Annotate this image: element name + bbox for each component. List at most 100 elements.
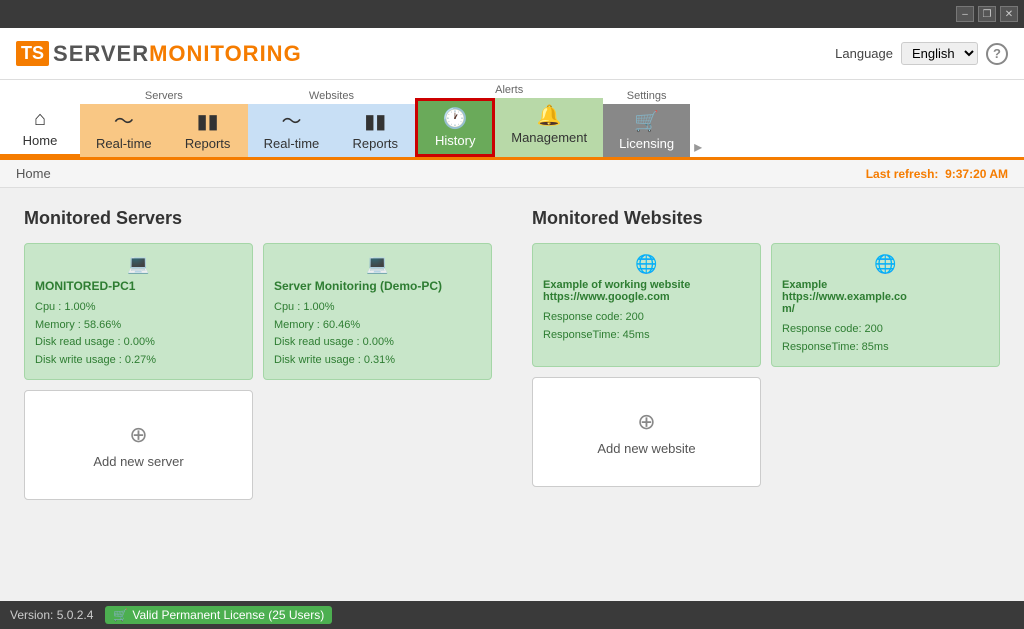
add-server-card[interactable]: ⊕ Add new server [24,390,253,500]
website-0-response-code: Response code: 200 [543,309,750,327]
logo-text: SERVERMONITORING [53,41,302,67]
nav-group-websites: Websites 〜 Real-time ▮▮ Reports [248,86,416,157]
logo-ts: TS [16,41,49,66]
servers-items: 〜 Real-time ▮▮ Reports [80,104,248,157]
history-icon: 🕐 [443,109,468,129]
server-0-diskwrite: Disk write usage : 0.27% [35,352,242,370]
nav-servers-reports-label: Reports [185,136,231,151]
minimize-button[interactable]: – [956,6,974,22]
breadcrumb-path: Home [16,166,51,181]
nav-alerts-history-label: History [435,133,475,148]
realtime-icon: 〜 [114,112,134,132]
nav-home-label: Home [23,133,58,148]
website-0-stats: Response code: 200 ResponseTime: 45ms [543,309,750,344]
add-server-label: Add new server [93,454,183,469]
nav-alerts-management[interactable]: 🔔 Management [495,98,603,157]
server-1-name: Server Monitoring (Demo-PC) [274,279,481,293]
header: TS SERVERMONITORING Language English ? [0,28,1024,80]
add-website-icon: ⊕ [637,409,655,435]
close-button[interactable]: ✕ [1000,6,1018,22]
server-0-diskread: Disk read usage : 0.00% [35,334,242,352]
licensing-icon: 🛒 [634,112,659,132]
server-0-memory: Memory : 58.66% [35,317,242,335]
monitored-websites-title: Monitored Websites [532,208,1000,229]
server-1-stats: Cpu : 1.00% Memory : 60.46% Disk read us… [274,299,481,369]
server-0-icon: 💻 [35,254,242,275]
monitored-websites-section: Monitored Websites 🌐 Example of working … [532,208,1000,577]
nav-group-servers: Servers 〜 Real-time ▮▮ Reports [80,86,248,157]
websites-group-label: Websites [248,86,416,104]
add-website-label: Add new website [597,441,695,456]
nav-bar: ⌂ Home Servers 〜 Real-time ▮▮ Reports We… [0,80,1024,160]
server-0-cpu: Cpu : 1.00% [35,299,242,317]
last-refresh-time: 9:37:20 AM [945,167,1008,181]
nav-websites-realtime[interactable]: 〜 Real-time [248,104,336,157]
websites-realtime-icon: 〜 [281,112,301,132]
website-card-1[interactable]: 🌐 Examplehttps://www.example.com/ Respon… [771,243,1000,367]
servers-group-label: Servers [80,86,248,104]
server-0-stats: Cpu : 1.00% Memory : 58.66% Disk read us… [35,299,242,369]
nav-settings-licensing[interactable]: 🛒 Licensing [603,104,690,157]
server-1-diskwrite: Disk write usage : 0.31% [274,352,481,370]
last-refresh: Last refresh: 9:37:20 AM [866,167,1008,181]
website-0-icon: 🌐 [543,254,750,275]
nav-alerts-management-label: Management [511,130,587,145]
nav-settings-licensing-label: Licensing [619,136,674,151]
logo-server: SERVER [53,41,149,66]
nav-websites-realtime-label: Real-time [264,136,320,151]
language-select[interactable]: English [901,42,978,65]
alerts-group-label: Alerts [415,80,603,98]
add-website-card[interactable]: ⊕ Add new website [532,377,761,487]
home-icon: ⌂ [34,109,46,129]
help-button[interactable]: ? [986,43,1008,65]
website-1-response-code: Response code: 200 [782,321,989,339]
website-1-name: Examplehttps://www.example.com/ [782,279,989,315]
main-content: Monitored Servers 💻 MONITORED-PC1 Cpu : … [0,188,1024,597]
management-icon: 🔔 [537,106,562,126]
restore-button[interactable]: ❐ [978,6,996,22]
breadcrumb: Home Last refresh: 9:37:20 AM [0,160,1024,188]
websites-grid: 🌐 Example of working websitehttps://www.… [532,243,1000,487]
server-1-memory: Memory : 60.46% [274,317,481,335]
nav-websites-reports[interactable]: ▮▮ Reports [335,104,415,157]
header-right: Language English ? [835,42,1008,65]
add-server-icon: ⊕ [129,422,147,448]
nav-servers-realtime[interactable]: 〜 Real-time [80,104,168,157]
nav-group-alerts: Alerts 🕐 History 🔔 Management [415,80,603,157]
server-0-name: MONITORED-PC1 [35,279,242,293]
window-controls: – ❐ ✕ [956,6,1018,22]
version-text: Version: 5.0.2.4 [10,608,93,622]
website-1-response-time: ResponseTime: 85ms [782,339,989,357]
settings-group-label: Settings [603,86,690,104]
title-bar: – ❐ ✕ [0,0,1024,28]
server-card-0[interactable]: 💻 MONITORED-PC1 Cpu : 1.00% Memory : 58.… [24,243,253,380]
nav-group-settings: Settings 🛒 Licensing [603,86,690,157]
website-1-icon: 🌐 [782,254,989,275]
nav-websites-reports-label: Reports [352,136,398,151]
license-badge: 🛒 Valid Permanent License (25 Users) [105,606,332,624]
website-0-name: Example of working websitehttps://www.go… [543,279,750,303]
server-1-cpu: Cpu : 1.00% [274,299,481,317]
last-refresh-label: Last refresh: [866,167,939,181]
nav-arrow-right[interactable]: ▸ [690,137,706,157]
nav-servers-realtime-label: Real-time [96,136,152,151]
nav-servers-reports[interactable]: ▮▮ Reports [168,104,248,157]
license-text: Valid Permanent License (25 Users) [132,608,324,622]
nav-home[interactable]: ⌂ Home [0,101,80,157]
nav-alerts-history[interactable]: 🕐 History [415,98,495,157]
server-card-1[interactable]: 💻 Server Monitoring (Demo-PC) Cpu : 1.00… [263,243,492,380]
websites-reports-icon: ▮▮ [364,112,386,132]
website-card-0[interactable]: 🌐 Example of working websitehttps://www.… [532,243,761,367]
servers-grid: 💻 MONITORED-PC1 Cpu : 1.00% Memory : 58.… [24,243,492,500]
monitored-servers-title: Monitored Servers [24,208,492,229]
reports-icon: ▮▮ [197,112,219,132]
license-icon: 🛒 [113,608,128,622]
website-0-response-time: ResponseTime: 45ms [543,327,750,345]
settings-items: 🛒 Licensing [603,104,690,157]
website-1-stats: Response code: 200 ResponseTime: 85ms [782,321,989,356]
alerts-items: 🕐 History 🔔 Management [415,98,603,157]
status-bar: Version: 5.0.2.4 🛒 Valid Permanent Licen… [0,601,1024,629]
server-1-diskread: Disk read usage : 0.00% [274,334,481,352]
language-label: Language [835,46,893,61]
websites-items: 〜 Real-time ▮▮ Reports [248,104,416,157]
